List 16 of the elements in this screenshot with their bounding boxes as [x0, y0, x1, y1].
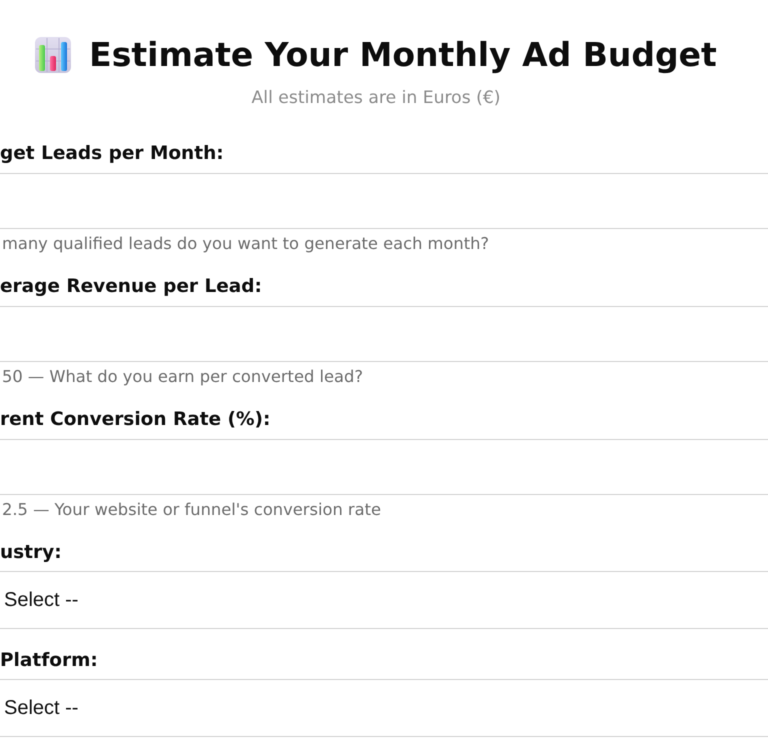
field-label: ustry: [0, 541, 63, 565]
field-label: get Leads per Month: [0, 142, 225, 166]
number-input[interactable] [0, 439, 768, 495]
field-label: rent Conversion Rate (%): [0, 408, 272, 432]
dropdown-select[interactable]: Select -- [0, 679, 768, 737]
help-text: many qualified leads do you want to generate each month? [1, 234, 490, 254]
subtitle: All estimates are in Euros (€) [250, 87, 502, 110]
page-title: Estimate Your Monthly Ad Budget [89, 34, 717, 76]
help-text: 2.5 — Your website or funnel's conversion rate [1, 500, 382, 520]
field-label: Platform: [0, 649, 99, 673]
number-input[interactable] [0, 306, 768, 362]
number-input[interactable] [0, 173, 768, 229]
field-label: erage Revenue per Lead: [0, 275, 263, 299]
bar-chart-icon [35, 36, 72, 72]
dropdown-select[interactable]: Select -- [0, 571, 768, 629]
help-text: 50 — What do you earn per converted lead? [1, 367, 364, 387]
